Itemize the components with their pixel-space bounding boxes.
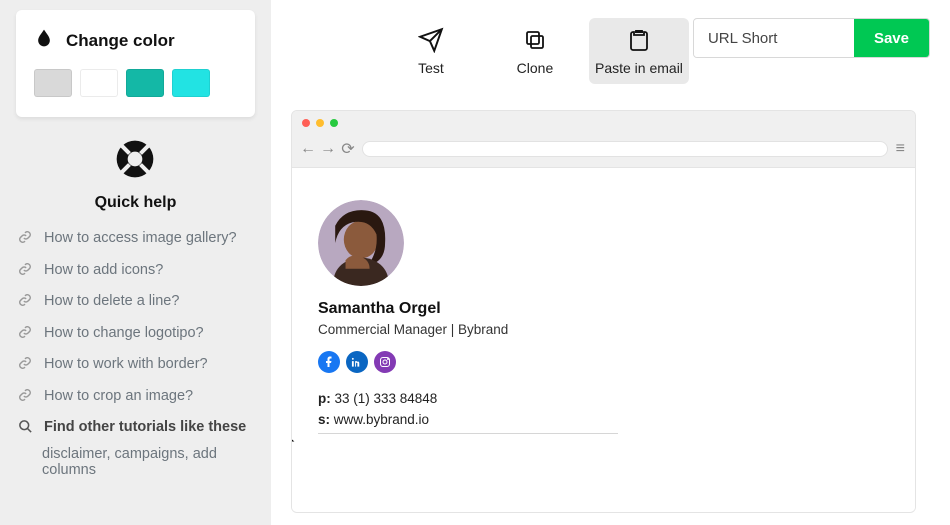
menu-icon[interactable]: ≡ [896,140,905,158]
color-swatch[interactable] [80,69,118,97]
reload-icon[interactable]: ⟳ [342,139,354,159]
instagram-icon[interactable] [374,351,396,373]
paste-in-email-button[interactable]: Paste in email [589,18,689,84]
help-link[interactable]: How to add icons? [16,256,255,288]
color-swatch[interactable] [126,69,164,97]
facebook-icon[interactable] [318,351,340,373]
clipboard-icon [625,26,653,54]
main: Test Clone Paste in email Save [271,0,950,525]
divider [318,433,618,434]
clone-button[interactable]: Clone [485,18,585,84]
test-button[interactable]: Test [381,18,481,84]
linkedin-icon[interactable] [346,351,368,373]
link-icon [18,262,34,283]
cursor-icon [291,430,296,450]
link-icon [18,325,34,346]
droplet-icon [34,26,54,55]
forward-icon[interactable]: → [322,140,334,158]
color-swatch[interactable] [34,69,72,97]
maximize-dot-icon [330,119,338,127]
minimize-dot-icon [316,119,324,127]
signature-title: Commercial Manager | Bybrand [318,322,889,337]
help-link[interactable]: How to crop an image? [16,382,255,414]
signature-site: s: www.bybrand.io [318,412,889,427]
signature-name: Samantha Orgel [318,300,889,318]
window-controls [292,111,915,135]
browser-preview: ← → ⟳ ≡ Samantha Orgel Commercial Manage… [291,110,916,513]
copy-icon [521,26,549,54]
signature-phone: p: 33 (1) 333 84848 [318,391,889,406]
link-icon [18,388,34,409]
close-dot-icon [302,119,310,127]
change-color-title: Change color [66,31,175,51]
address-bar[interactable] [362,141,888,157]
url-save-group: Save [693,18,930,58]
url-short-input[interactable] [694,20,854,57]
change-color-card: Change color [16,10,255,117]
help-link[interactable]: How to change logotipo? [16,319,255,351]
color-swatch[interactable] [172,69,210,97]
help-search-link[interactable]: Find other tutorials like these [16,413,255,446]
send-icon [417,26,445,54]
help-link[interactable]: How to work with border? [16,350,255,382]
save-button[interactable]: Save [854,19,929,57]
avatar [318,200,404,286]
link-icon [18,356,34,377]
help-search-sub: disclaimer, campaigns, add columns [42,446,255,478]
signature-preview: Samantha Orgel Commercial Manager | Bybr… [292,168,915,512]
back-icon[interactable]: ← [302,140,314,158]
search-icon [18,419,34,441]
quick-help: Quick help How to access image gallery? … [16,137,255,478]
help-link[interactable]: How to delete a line? [16,287,255,319]
sidebar: Change color Quick help How to access im… [0,0,271,525]
link-icon [18,230,34,251]
color-swatches [34,69,237,97]
toolbar: Test Clone Paste in email Save [381,18,930,84]
link-icon [18,293,34,314]
lifebuoy-icon [113,168,157,185]
help-link[interactable]: How to access image gallery? [16,224,255,256]
quick-help-title: Quick help [16,194,255,212]
